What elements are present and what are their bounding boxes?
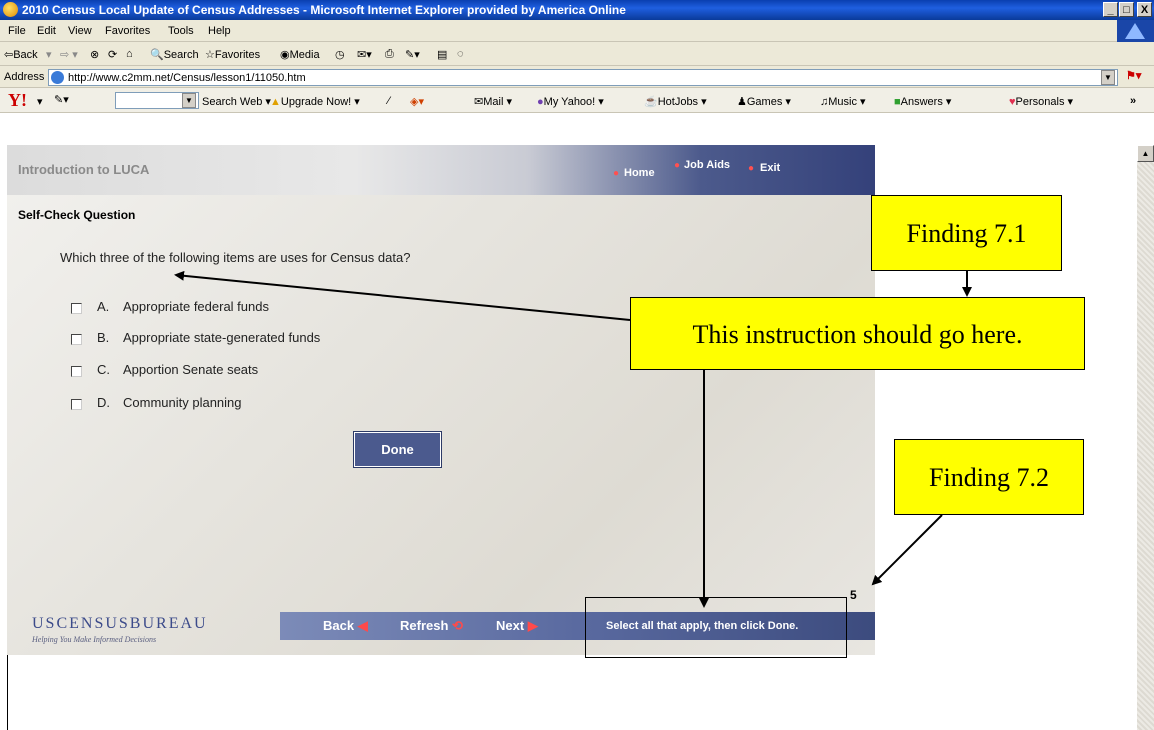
annotation-arrows xyxy=(174,270,972,608)
arrow-to-question xyxy=(174,270,631,321)
arrow-finding-7-2 xyxy=(871,514,943,586)
